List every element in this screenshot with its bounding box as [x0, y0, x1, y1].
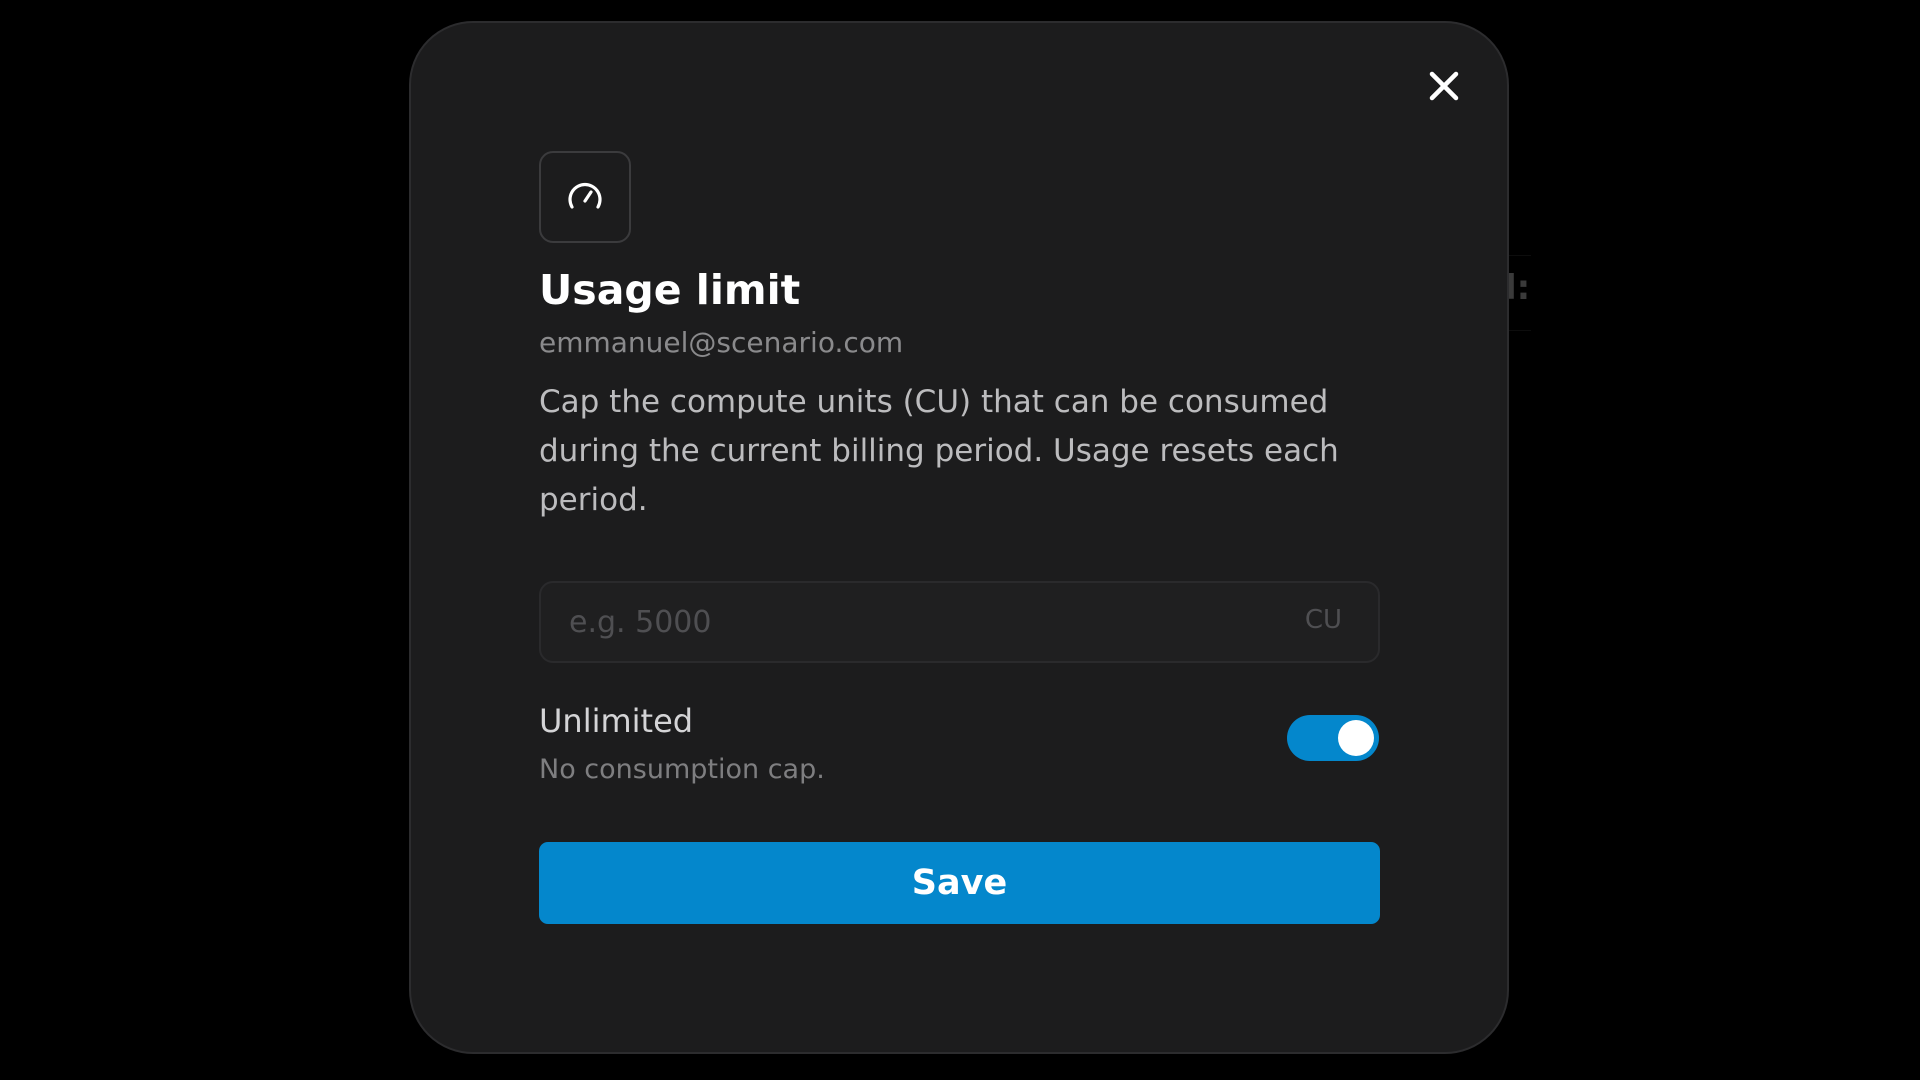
unlimited-toggle[interactable] — [1287, 715, 1379, 761]
unit-suffix: CU — [1304, 605, 1342, 635]
dialog-description: Cap the compute units (CU) that can be c… — [539, 384, 1339, 518]
header-icon-tile — [539, 151, 631, 243]
unlimited-label: Unlimited — [539, 702, 694, 740]
background-divider — [1509, 330, 1531, 331]
close-button[interactable] — [1421, 63, 1467, 109]
user-email: emmanuel@scenario.com — [539, 326, 904, 359]
usage-limit-field: CU — [539, 581, 1380, 663]
toggle-knob — [1338, 720, 1374, 756]
close-icon[interactable] — [1429, 71, 1459, 101]
background-divider — [1509, 255, 1531, 256]
unlimited-sublabel: No consumption cap. — [539, 754, 825, 785]
usage-limit-input[interactable] — [541, 583, 1261, 661]
dialog-title: Usage limit — [539, 266, 801, 314]
speedometer-gauge-icon — [568, 182, 602, 209]
save-button[interactable]: Save — [539, 842, 1380, 924]
